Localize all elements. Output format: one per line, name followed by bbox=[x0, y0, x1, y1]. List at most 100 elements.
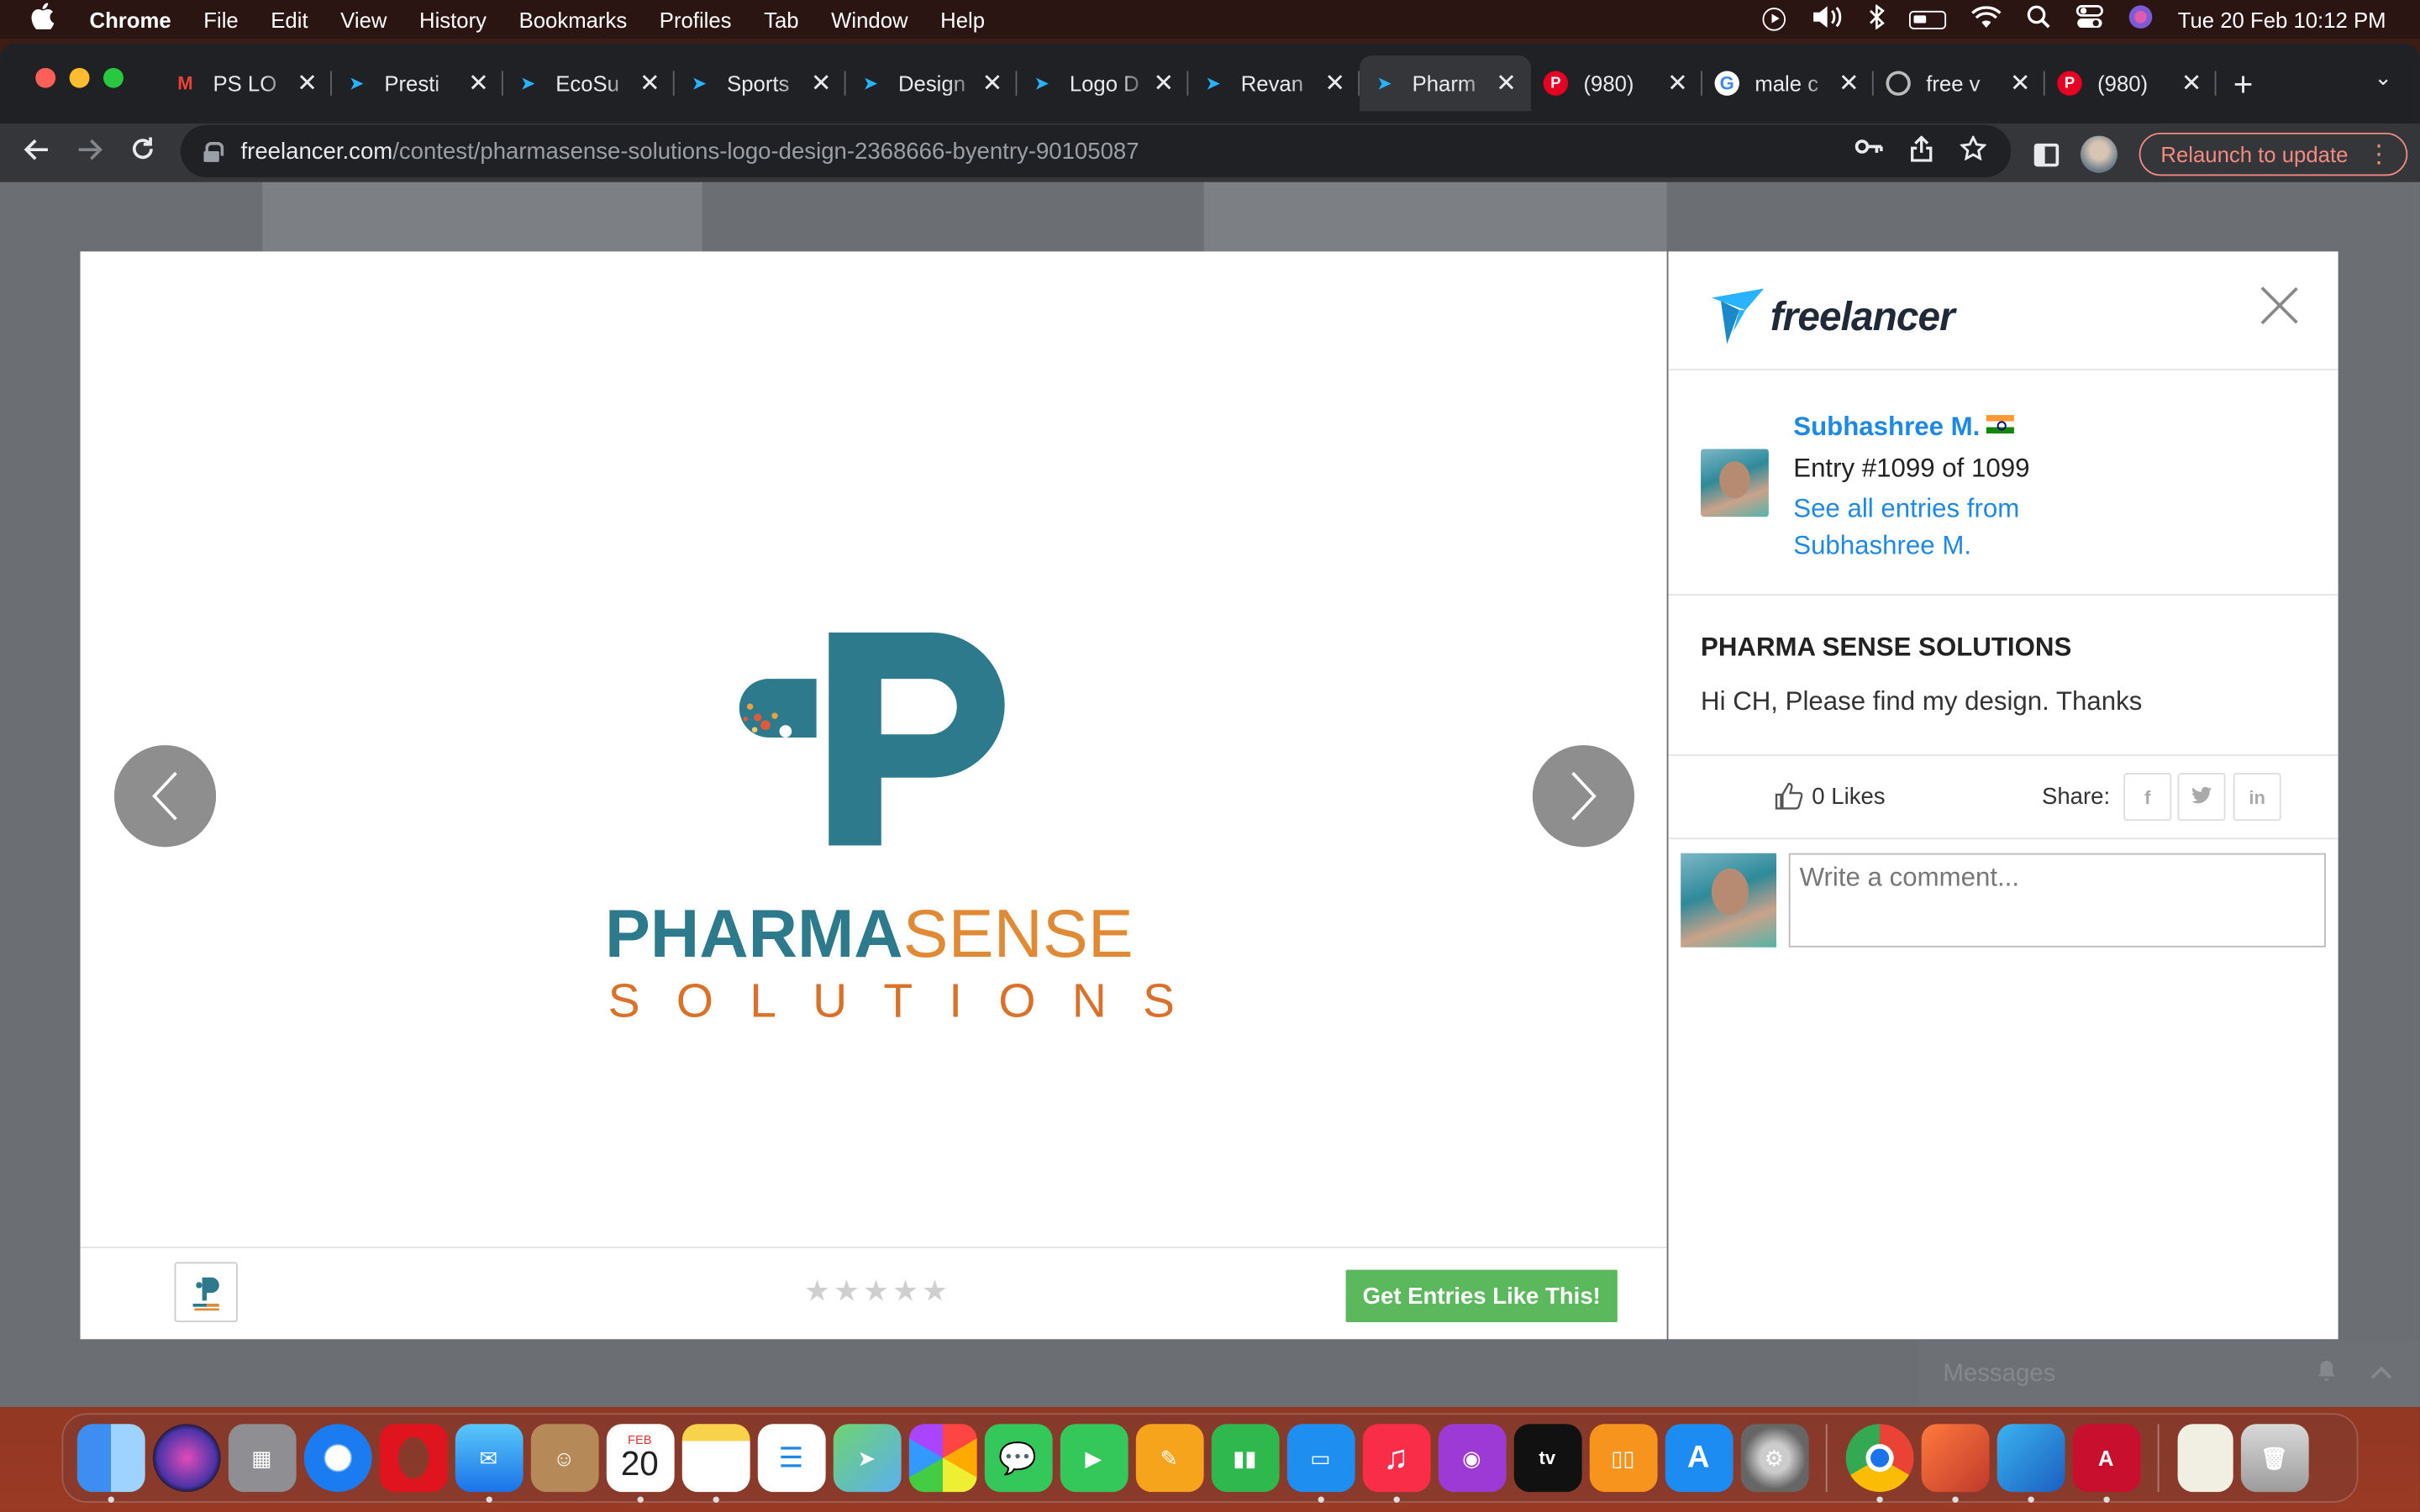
close-tab-icon[interactable]: ✕ bbox=[1837, 68, 1861, 99]
numbers-icon[interactable]: ▮▮ bbox=[1210, 1424, 1279, 1493]
play-status-icon[interactable] bbox=[1762, 8, 1786, 31]
bell-icon[interactable] bbox=[2317, 1358, 2337, 1389]
close-tab-icon[interactable]: ✕ bbox=[1494, 68, 1518, 99]
tab-search-chevron-icon[interactable]: ⌄ bbox=[2374, 65, 2392, 91]
tab-google[interactable]: G male c ✕ bbox=[1702, 55, 1874, 111]
side-panel-icon[interactable] bbox=[2033, 142, 2060, 166]
close-icon[interactable] bbox=[2260, 286, 2300, 326]
menu-bookmarks[interactable]: Bookmarks bbox=[519, 7, 628, 31]
tab-freelancer[interactable]: ➤ EcoSu ✕ bbox=[503, 55, 675, 111]
close-tab-icon[interactable]: ✕ bbox=[1665, 68, 1690, 99]
affinity-publisher-icon[interactable] bbox=[1920, 1424, 1989, 1503]
apple-icon[interactable] bbox=[31, 2, 59, 36]
close-tab-icon[interactable]: ✕ bbox=[2179, 68, 2203, 99]
close-tab-icon[interactable]: ✕ bbox=[1323, 68, 1347, 99]
star-icon[interactable]: ★ bbox=[892, 1278, 918, 1307]
apple-tv-icon[interactable]: tv bbox=[1512, 1424, 1581, 1493]
relaunch-to-update-button[interactable]: Relaunch to update ⋮ bbox=[2139, 132, 2409, 176]
close-tab-icon[interactable]: ✕ bbox=[980, 68, 1004, 99]
keynote-icon[interactable]: ▭ bbox=[1286, 1424, 1355, 1503]
next-entry-button[interactable] bbox=[1532, 745, 1635, 848]
previous-entry-button[interactable] bbox=[113, 745, 217, 848]
bluetooth-icon[interactable] bbox=[1869, 3, 1886, 34]
menu-tab[interactable]: Tab bbox=[764, 7, 798, 31]
close-tab-icon[interactable]: ✕ bbox=[295, 68, 319, 99]
chrome-icon[interactable] bbox=[1844, 1424, 1913, 1503]
facetime-icon[interactable]: ▶ bbox=[1059, 1424, 1128, 1493]
get-entries-like-this-button[interactable]: Get Entries Like This! bbox=[1345, 1269, 1618, 1323]
close-tab-icon[interactable]: ✕ bbox=[808, 68, 833, 99]
podcasts-icon[interactable]: ◉ bbox=[1437, 1424, 1506, 1493]
close-tab-icon[interactable]: ✕ bbox=[2008, 68, 2033, 99]
mail-icon[interactable]: ✉ bbox=[454, 1424, 523, 1503]
lock-icon[interactable] bbox=[203, 141, 224, 162]
maps-icon[interactable]: ➤ bbox=[832, 1424, 901, 1493]
tab-freelancer[interactable]: ➤ Revan ✕ bbox=[1188, 55, 1360, 111]
volume-icon[interactable] bbox=[1811, 5, 1844, 34]
entry-thumbnail[interactable] bbox=[174, 1262, 238, 1323]
star-icon[interactable]: ★ bbox=[922, 1278, 948, 1307]
menu-edit[interactable]: Edit bbox=[271, 7, 308, 31]
wifi-icon[interactable] bbox=[1971, 5, 2002, 33]
new-tab-plus-icon[interactable]: + bbox=[2233, 65, 2254, 105]
music-icon[interactable]: ♫ bbox=[1361, 1424, 1430, 1503]
close-window-button[interactable] bbox=[35, 67, 56, 88]
tab-pinterest[interactable]: P (980) ✕ bbox=[1531, 55, 1702, 111]
menu-history[interactable]: History bbox=[419, 7, 487, 31]
menu-app-name[interactable]: Chrome bbox=[90, 7, 171, 31]
pages-icon[interactable]: ✎ bbox=[1134, 1424, 1203, 1493]
menu-window[interactable]: Window bbox=[831, 7, 908, 31]
tab-freelancer[interactable]: ➤ Design ✕ bbox=[846, 55, 1018, 111]
star-rating[interactable]: ★ ★ ★ ★ ★ bbox=[804, 1278, 948, 1307]
close-tab-icon[interactable]: ✕ bbox=[638, 68, 662, 99]
menu-file[interactable]: File bbox=[203, 7, 238, 31]
finder-icon[interactable] bbox=[76, 1424, 145, 1503]
app-store-icon[interactable]: A bbox=[1664, 1424, 1733, 1493]
spotlight-search-icon[interactable] bbox=[2027, 5, 2051, 34]
facebook-share-button[interactable]: f bbox=[2123, 773, 2172, 822]
star-icon[interactable]: ★ bbox=[804, 1278, 830, 1307]
messages-icon[interactable]: 💬 bbox=[983, 1424, 1052, 1493]
opera-icon[interactable] bbox=[378, 1424, 447, 1493]
downloads-stack-icon[interactable] bbox=[2176, 1424, 2233, 1493]
reload-icon[interactable] bbox=[116, 136, 168, 170]
share-icon[interactable] bbox=[1911, 134, 1933, 168]
bookmark-star-icon[interactable] bbox=[1959, 134, 1987, 168]
affinity-designer-icon[interactable] bbox=[1996, 1424, 2065, 1503]
notes-icon[interactable] bbox=[681, 1424, 750, 1503]
tab-pinterest[interactable]: P (980) ✕ bbox=[2045, 55, 2217, 111]
close-tab-icon[interactable]: ✕ bbox=[466, 68, 491, 99]
safari-icon[interactable] bbox=[302, 1424, 371, 1493]
tab-freevector[interactable]: free v ✕ bbox=[1874, 55, 2045, 111]
photos-icon[interactable] bbox=[908, 1424, 976, 1493]
see-all-entries-link[interactable]: See all entries from Subhashree M. bbox=[1793, 491, 2102, 564]
forward-arrow-icon[interactable] bbox=[63, 137, 115, 170]
address-bar[interactable]: freelancer.com/contest/pharmasense-solut… bbox=[180, 124, 2012, 178]
trash-icon[interactable]: 🗑 bbox=[2239, 1424, 2308, 1493]
linkedin-share-button[interactable]: in bbox=[2233, 773, 2281, 822]
back-arrow-icon[interactable] bbox=[11, 137, 63, 170]
acrobat-icon[interactable]: A bbox=[2071, 1424, 2140, 1503]
star-icon[interactable]: ★ bbox=[834, 1278, 860, 1307]
profile-avatar[interactable] bbox=[2080, 135, 2118, 173]
menu-view[interactable]: View bbox=[340, 7, 387, 31]
chevron-up-icon[interactable] bbox=[2370, 1358, 2392, 1389]
freelancer-logo[interactable]: freelancer bbox=[1711, 288, 1955, 344]
tab-gmail[interactable]: M PS LO ✕ bbox=[160, 55, 332, 111]
siri-icon[interactable] bbox=[2128, 5, 2153, 34]
system-settings-icon[interactable]: ⚙ bbox=[1739, 1424, 1808, 1493]
menu-help[interactable]: Help bbox=[940, 7, 985, 31]
author-name[interactable]: Subhashree M. bbox=[1793, 412, 2014, 443]
minimize-window-button[interactable] bbox=[69, 67, 90, 88]
control-center-icon[interactable] bbox=[2075, 4, 2104, 34]
tab-freelancer[interactable]: ➤ Logo D ✕ bbox=[1017, 55, 1189, 111]
zoom-window-button[interactable] bbox=[103, 67, 124, 88]
calendar-icon[interactable]: FEB 20 bbox=[605, 1424, 674, 1503]
contacts-icon[interactable]: ☺ bbox=[529, 1424, 598, 1493]
like-button[interactable]: 0 Likes bbox=[1775, 782, 1886, 810]
books-icon[interactable]: ▯▯ bbox=[1588, 1424, 1657, 1493]
battery-icon[interactable] bbox=[1909, 9, 1947, 29]
url-text[interactable]: freelancer.com/contest/pharmasense-solut… bbox=[241, 138, 1139, 164]
close-tab-icon[interactable]: ✕ bbox=[1151, 68, 1176, 99]
star-icon[interactable]: ★ bbox=[863, 1278, 889, 1307]
